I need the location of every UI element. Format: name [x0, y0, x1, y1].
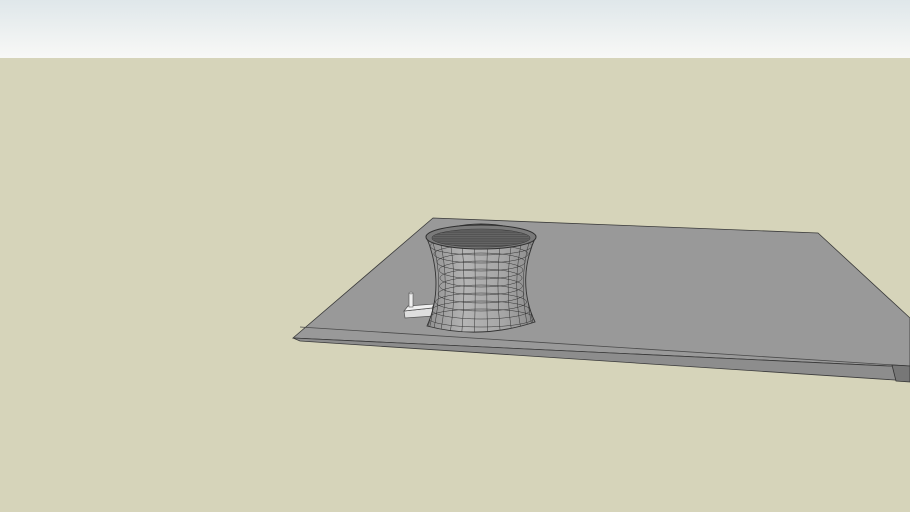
chimney-top [408, 291, 414, 295]
sketchup-viewport[interactable] [0, 0, 910, 512]
chimney[interactable] [408, 292, 414, 308]
sky-gradient [0, 0, 910, 58]
model-scene[interactable] [0, 0, 910, 512]
